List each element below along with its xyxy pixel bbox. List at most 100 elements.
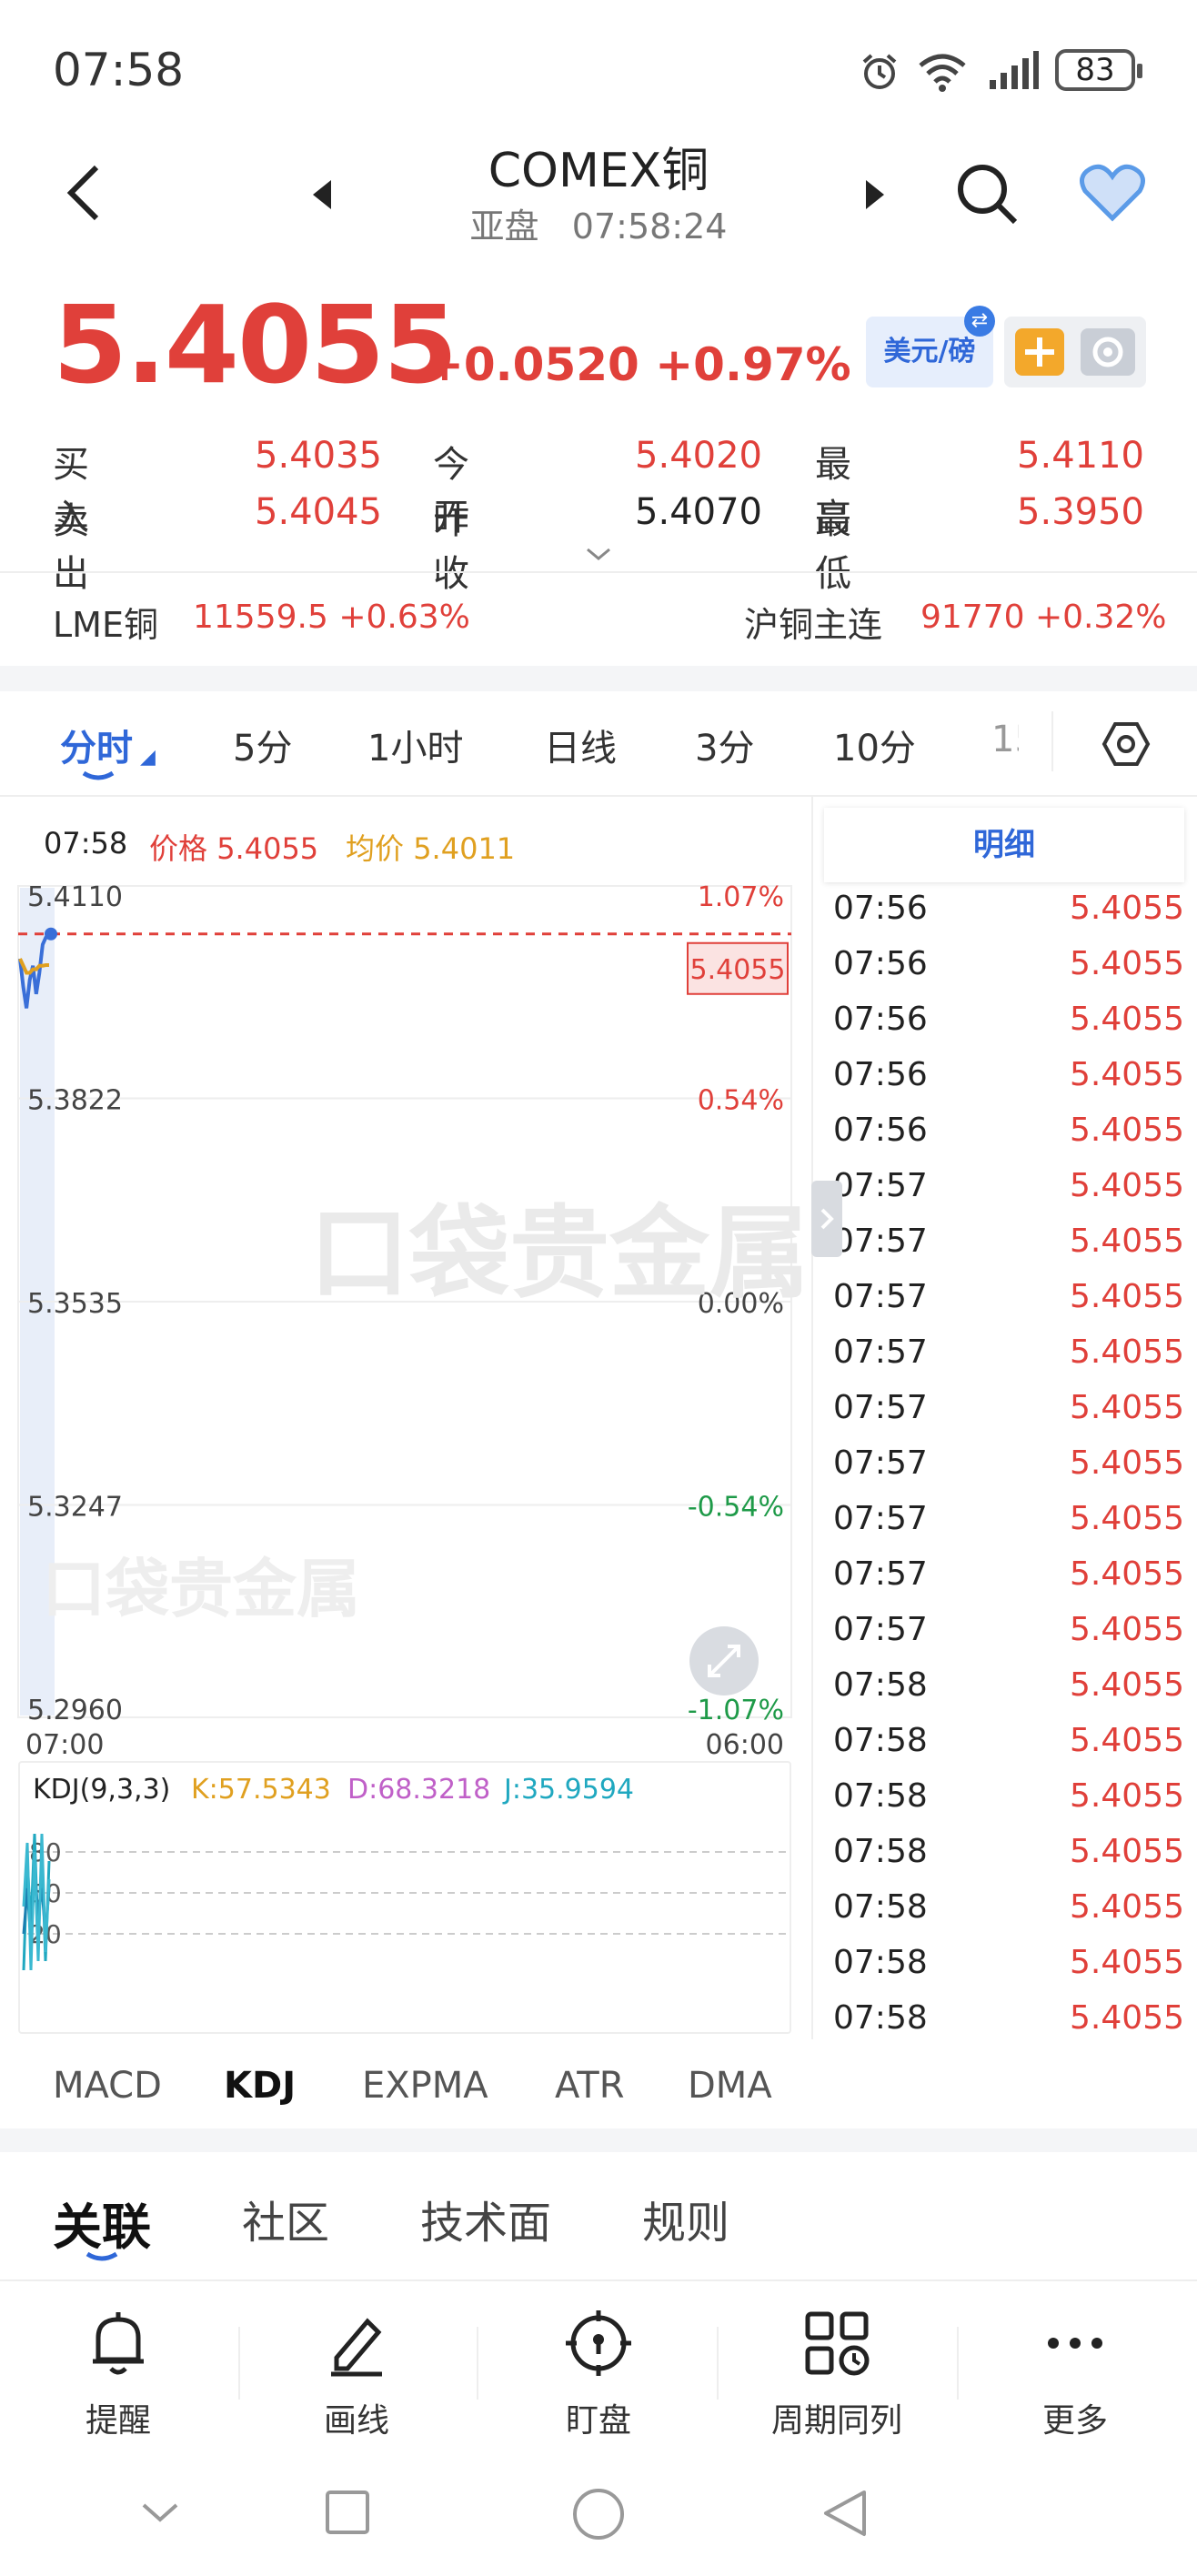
target-icon <box>566 2310 631 2376</box>
detail-tab[interactable]: 明细 <box>824 808 1184 882</box>
detail-row: 07:57 5.4055 <box>833 1611 1184 1666</box>
detail-row: 07:57 5.4055 <box>833 1223 1184 1278</box>
draw-line-label: 画线 <box>323 2402 389 2440</box>
y-tick-label: 5.3535 <box>27 1288 123 1320</box>
ask-value: 5.4045 <box>255 491 382 533</box>
detail-time: 07:56 <box>833 1056 928 1093</box>
tab-related[interactable]: 关联 <box>53 2187 151 2259</box>
toolbar-divider <box>477 2327 478 2400</box>
detail-row: 07:57 5.4055 <box>833 1555 1184 1611</box>
more-icon <box>1048 2338 1102 2349</box>
alarm-icon <box>862 54 897 89</box>
draw-line-button[interactable]: 画线 <box>256 2309 457 2441</box>
prev-contract-icon[interactable] <box>309 176 335 213</box>
nav-back-icon[interactable] <box>820 2487 870 2540</box>
kdj-d-value: D:68.3218 <box>347 1774 491 1806</box>
tab-10min[interactable]: 10分 <box>833 719 916 771</box>
nav-collapse-icon[interactable] <box>138 2498 182 2527</box>
session-subtitle: 亚盘 07:58:24 <box>364 198 833 248</box>
detail-time: 07:56 <box>833 1112 928 1149</box>
detail-row: 07:57 5.4055 <box>833 1389 1184 1444</box>
watch-button[interactable]: 盯盘 <box>498 2309 699 2441</box>
detail-price: 5.4055 <box>1070 1444 1184 1482</box>
detail-price: 5.4055 <box>1070 1944 1184 1981</box>
back-arrow-icon[interactable] <box>62 164 106 222</box>
bottom-toolbar: 提醒 画线 盯盘 周期同列 更多 <box>0 2279 1197 2452</box>
tab-5min[interactable]: 5分 <box>233 719 292 771</box>
expand-chevron-icon[interactable] <box>584 546 613 564</box>
period-compare-button[interactable]: 周期同列 <box>737 2309 937 2441</box>
tab-3min[interactable]: 3分 <box>695 719 754 771</box>
alert-button[interactable]: 提醒 <box>18 2309 218 2441</box>
favorite-heart-icon[interactable] <box>1079 164 1146 222</box>
tab-daily[interactable]: 日线 <box>544 719 617 771</box>
tab-1hour[interactable]: 1小时 <box>367 719 463 771</box>
tab-15min[interactable]: 15 <box>991 719 1019 760</box>
detail-price: 5.4055 <box>1070 1999 1184 2037</box>
next-contract-icon[interactable] <box>862 176 888 213</box>
watermark: 口袋贵金属 <box>309 1195 810 1312</box>
active-tab-indicator <box>82 770 115 780</box>
last-price: 5.4055 <box>53 282 458 408</box>
detail-price: 5.4055 <box>1070 1056 1184 1093</box>
chart-settings-icon[interactable] <box>1101 719 1152 770</box>
detail-row: 07:58 5.4055 <box>833 1944 1184 1999</box>
toolbar-divider <box>238 2327 240 2400</box>
session-label: 亚盘 <box>469 206 539 247</box>
detail-time: 07:56 <box>833 890 928 927</box>
bid-value: 5.4035 <box>255 435 382 477</box>
indicator-tab-dma[interactable]: DMA <box>688 2065 772 2107</box>
detail-price: 5.4055 <box>1070 1666 1184 1704</box>
bell-icon <box>93 2312 144 2375</box>
panel-collapse-handle[interactable] <box>811 1181 842 1257</box>
detail-time: 07:57 <box>833 1555 928 1593</box>
tab-technical[interactable]: 技术面 <box>420 2187 551 2250</box>
indicator-tab-atr[interactable]: ATR <box>555 2065 624 2107</box>
tab-intraday[interactable]: 分时 <box>60 719 133 771</box>
toolbar-divider <box>717 2327 719 2400</box>
detail-time: 07:58 <box>833 1944 928 1981</box>
divider <box>0 571 1197 573</box>
kdj-j-value: J:35.9594 <box>504 1774 635 1806</box>
tabs-divider <box>1051 711 1053 771</box>
y-tick-label: 5.4110 <box>27 881 123 913</box>
signal-icon <box>990 51 1039 89</box>
tab-rules[interactable]: 规则 <box>642 2187 729 2250</box>
more-button[interactable]: 更多 <box>975 2309 1175 2441</box>
detail-row: 07:58 5.4055 <box>833 1777 1184 1833</box>
detail-row: 07:56 5.4055 <box>833 945 1184 1001</box>
tab-community[interactable]: 社区 <box>242 2187 329 2250</box>
detail-row: 07:57 5.4055 <box>833 1444 1184 1500</box>
detail-row: 07:58 5.4055 <box>833 1722 1184 1777</box>
nav-home-icon[interactable] <box>571 2487 626 2541</box>
detail-time: 07:58 <box>833 1999 928 2037</box>
settings-gear-icon[interactable] <box>1081 328 1135 376</box>
related-quotes-row[interactable]: LME铜 11559.5 +0.63% 沪铜主连 91770 +0.32% <box>0 575 1197 662</box>
indicator-tab-expma[interactable]: EXPMA <box>362 2065 488 2107</box>
alert-label: 提醒 <box>85 2402 151 2440</box>
detail-row: 07:57 5.4055 <box>833 1167 1184 1223</box>
current-price-dot <box>45 927 57 941</box>
y-tick-label: 5.3822 <box>27 1085 123 1117</box>
detail-price: 5.4055 <box>1070 1777 1184 1815</box>
current-price-tag-text: 5.4055 <box>690 954 786 986</box>
section-tabs: 关联 社区 技术面 规则 <box>0 2152 1197 2279</box>
tab-dropdown-icon: ◢ <box>140 746 156 769</box>
intraday-chart-panel: 07:58 价格 5.4055 均价 5.4011 5.4110 1.07% 5.3… <box>0 797 810 2034</box>
detail-row: 07:56 5.4055 <box>833 1056 1184 1112</box>
calculator-icon[interactable] <box>1015 328 1064 376</box>
page-title: COMEX铜 <box>488 144 709 198</box>
detail-price: 5.4055 <box>1070 1888 1184 1926</box>
indicator-tab-kdj[interactable]: KDJ <box>224 2065 296 2107</box>
detail-price: 5.4055 <box>1070 1167 1184 1204</box>
section-gap <box>0 2128 1197 2152</box>
nav-recent-icon[interactable] <box>324 2489 371 2536</box>
indicator-tab-macd[interactable]: MACD <box>53 2065 162 2107</box>
detail-price: 5.4055 <box>1070 1223 1184 1260</box>
period-compare-label: 周期同列 <box>770 2402 902 2440</box>
detail-time: 07:58 <box>833 1833 928 1870</box>
search-icon[interactable] <box>955 162 1021 227</box>
detail-row: 07:58 5.4055 <box>833 1666 1184 1722</box>
detail-row: 07:57 5.4055 <box>833 1333 1184 1389</box>
detail-time: 07:57 <box>833 1500 928 1537</box>
